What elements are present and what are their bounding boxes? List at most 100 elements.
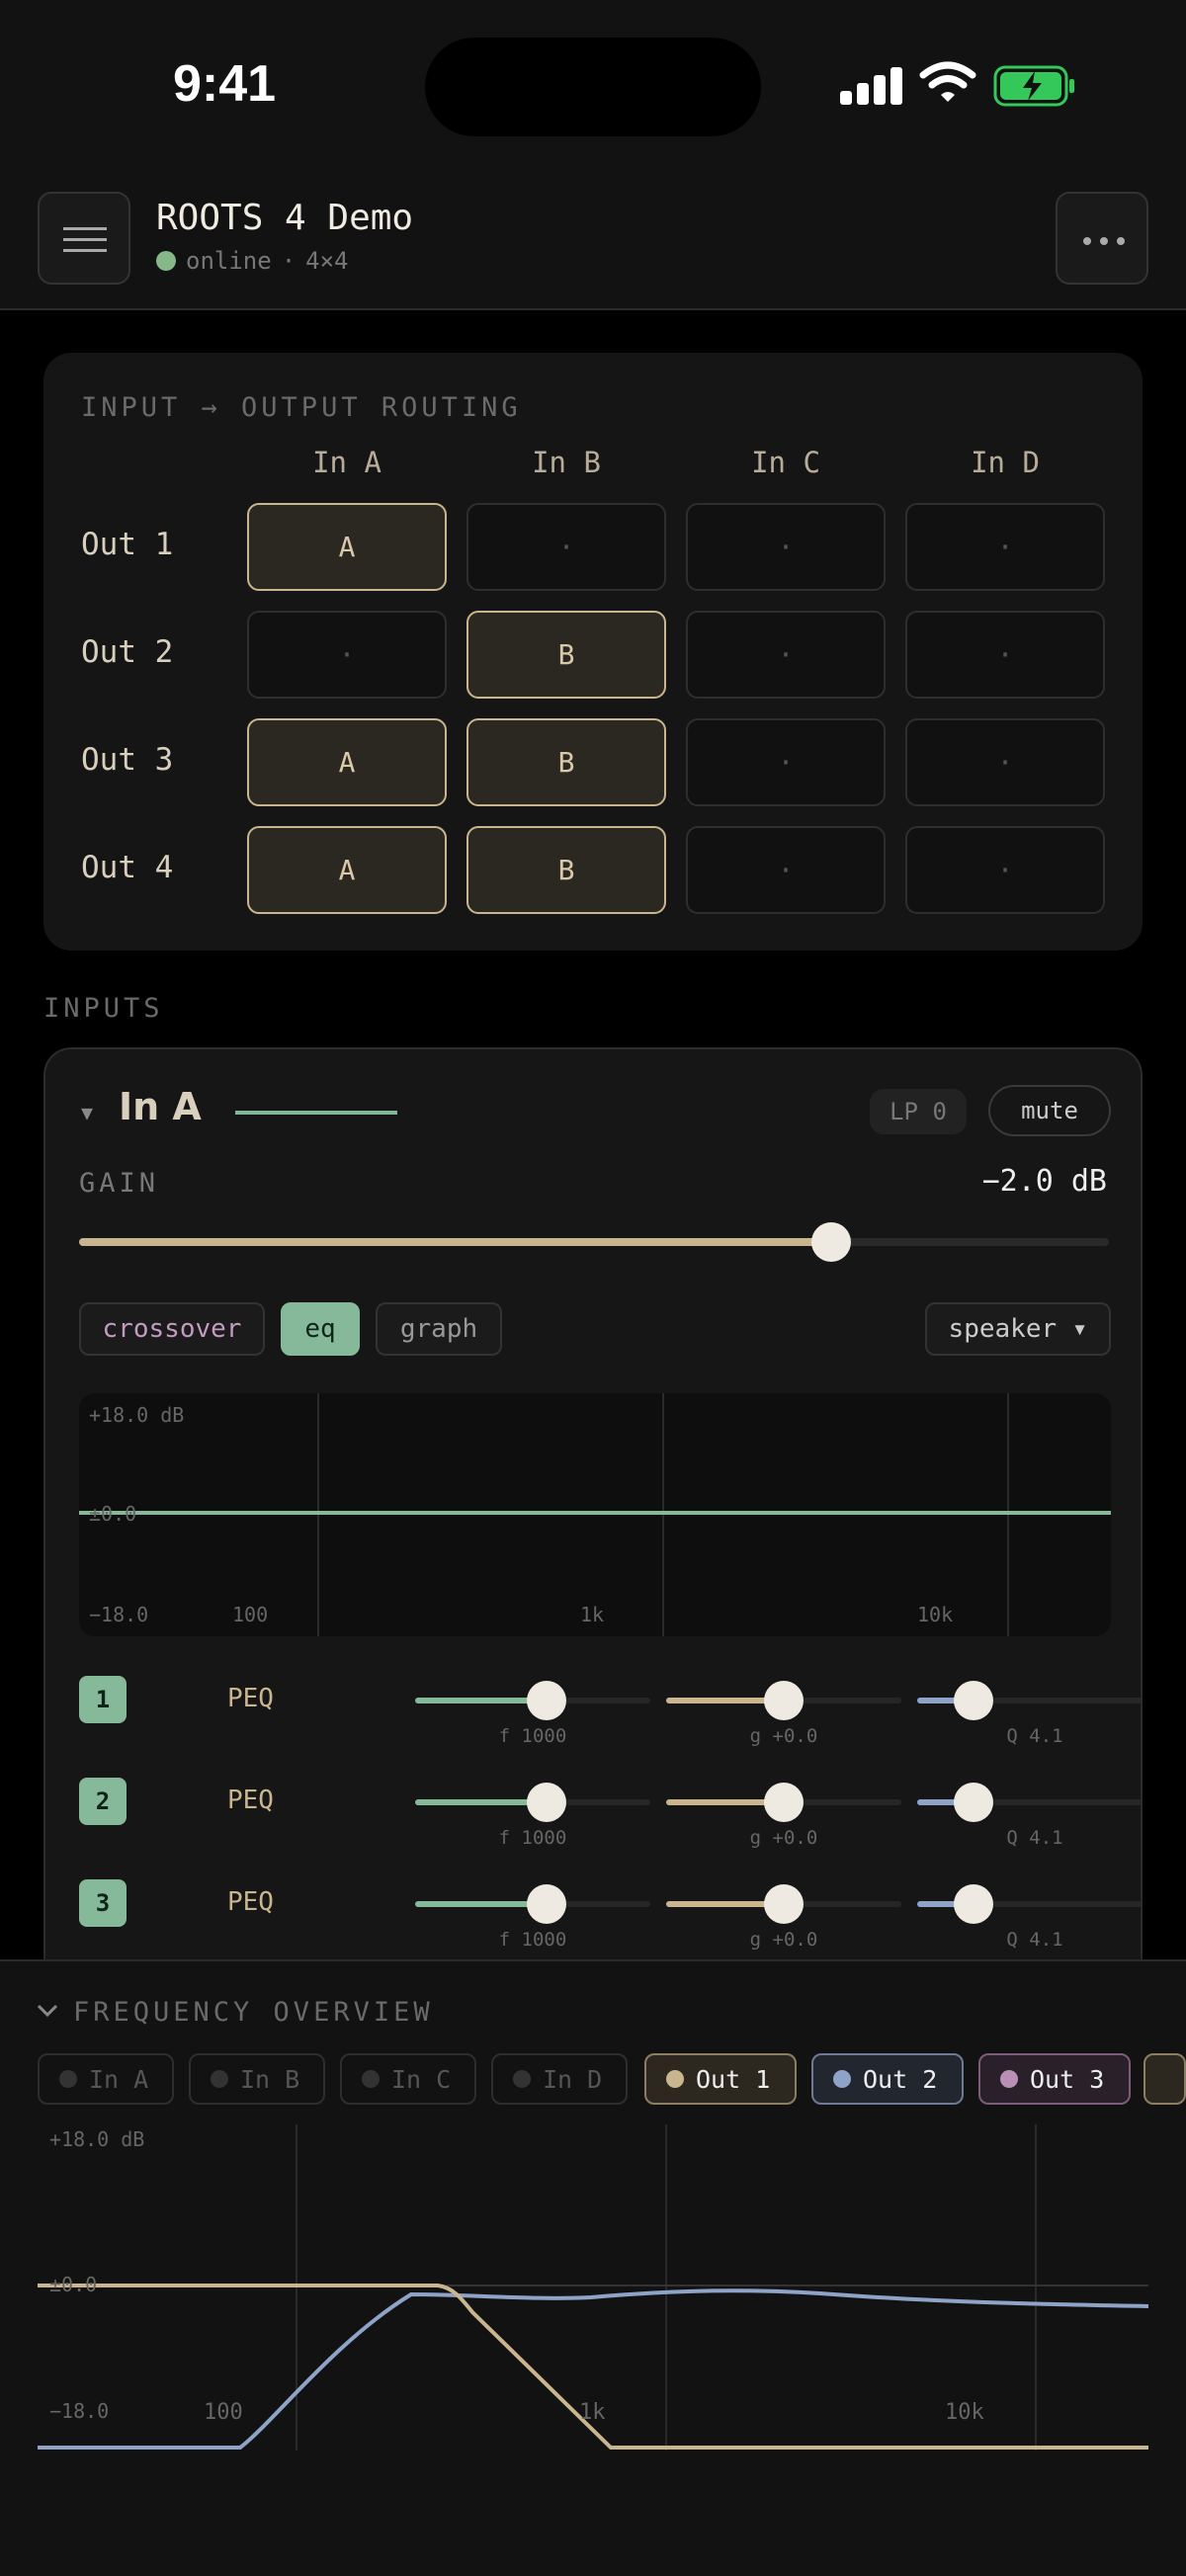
- ov-mid-label: ±0.0: [49, 2273, 97, 2296]
- overview-toggle-pill[interactable]: In A: [38, 2053, 174, 2105]
- input-name: In A: [119, 1085, 202, 1128]
- band-slider-thumb[interactable]: [764, 1681, 804, 1720]
- pill-label: In D: [543, 2064, 603, 2094]
- routing-cell[interactable]: ·: [686, 718, 886, 806]
- graph-x-tick: 100: [232, 1603, 269, 1626]
- band-slider-thumb[interactable]: [764, 1884, 804, 1924]
- status-separator: ·: [281, 247, 296, 275]
- band-f-value: f 1000: [498, 1827, 567, 1849]
- routing-row-header: Out 1: [81, 527, 174, 562]
- routing-cell[interactable]: ·: [466, 503, 666, 591]
- color-dot-icon: [666, 2070, 684, 2088]
- battery-charging-icon: [993, 65, 1074, 107]
- wifi-icon: [919, 61, 976, 102]
- gain-slider-thumb[interactable]: [810, 1222, 851, 1262]
- band-slider-thumb[interactable]: [954, 1681, 994, 1720]
- band-g-value: g +0.0: [749, 1929, 818, 1951]
- band-f-value: f 1000: [498, 1725, 567, 1747]
- band-slider-thumb[interactable]: [527, 1681, 567, 1720]
- band-number[interactable]: 3: [79, 1879, 127, 1927]
- routing-column-header: In A: [312, 446, 381, 479]
- tab-graph[interactable]: graph: [376, 1302, 502, 1356]
- eq-band-row: 2 PEQ f 1000 g +0.0 Q 4.1: [79, 1768, 1141, 1857]
- band-type[interactable]: PEQ: [227, 1684, 274, 1713]
- band-f-slider[interactable]: [415, 1681, 650, 1720]
- routing-cell[interactable]: ·: [686, 611, 886, 699]
- band-g-slider[interactable]: [666, 1681, 901, 1720]
- input-card-in-a: ▼ In A LP 0 mute GAIN −2.0 dB crossover …: [43, 1047, 1143, 2036]
- hamburger-icon: [63, 227, 107, 230]
- overview-toggle-pill[interactable]: Out 3: [978, 2053, 1131, 2105]
- tab-crossover[interactable]: crossover: [79, 1302, 265, 1356]
- more-horizontal-icon: [1083, 237, 1091, 245]
- routing-column-header: In B: [532, 446, 601, 479]
- eq-graph: +18.0 dB ±0.0 −18.0 100 1k 10k: [79, 1393, 1111, 1636]
- routing-cell[interactable]: ·: [905, 718, 1105, 806]
- color-dot-icon: [1000, 2070, 1018, 2088]
- overview-toggle-pill[interactable]: Out 2: [811, 2053, 964, 2105]
- band-type[interactable]: PEQ: [227, 1786, 274, 1815]
- pill-label: Out 2: [863, 2064, 938, 2094]
- gain-slider-fill: [79, 1238, 831, 1246]
- color-dot-icon: [59, 2070, 77, 2088]
- input-color-line: [235, 1111, 397, 1115]
- more-button[interactable]: [1056, 192, 1148, 285]
- tab-eq[interactable]: eq: [281, 1302, 360, 1356]
- routing-cell[interactable]: A: [247, 826, 447, 914]
- routing-row-header: Out 4: [81, 850, 174, 885]
- overview-title: FREQUENCY OVERVIEW: [73, 1997, 434, 2028]
- routing-cell[interactable]: B: [466, 826, 666, 914]
- band-number[interactable]: 2: [79, 1778, 127, 1825]
- ov-bottom-label: −18.0: [49, 2399, 109, 2423]
- band-slider-thumb[interactable]: [527, 1884, 567, 1924]
- overview-toggle-pill[interactable]: In B: [189, 2053, 325, 2105]
- collapse-caret-icon[interactable]: ▼: [81, 1101, 93, 1124]
- routing-cell[interactable]: A: [247, 718, 447, 806]
- routing-cell[interactable]: ·: [686, 503, 886, 591]
- routing-cell[interactable]: B: [466, 611, 666, 699]
- band-slider-thumb[interactable]: [954, 1884, 994, 1924]
- routing-matrix: INPUT → OUTPUT ROUTING In A In B In C In D O…: [43, 353, 1143, 951]
- band-g-slider[interactable]: [666, 1783, 901, 1822]
- routing-cell[interactable]: ·: [247, 611, 447, 699]
- menu-button[interactable]: [38, 192, 130, 285]
- overview-toggle-pill[interactable]: Out 1: [644, 2053, 797, 2105]
- pill-label: In A: [89, 2064, 149, 2094]
- status-text: online: [186, 247, 272, 275]
- overview-toggle-pill[interactable]: In D: [491, 2053, 628, 2105]
- band-f-slider[interactable]: [415, 1783, 650, 1822]
- overview-toggle-pill[interactable]: [1144, 2053, 1186, 2105]
- band-g-slider[interactable]: [666, 1884, 901, 1924]
- app-header: ROOTS 4 Demo online · 4×4: [0, 178, 1186, 310]
- band-slider-thumb[interactable]: [764, 1783, 804, 1822]
- routing-cell[interactable]: ·: [905, 826, 1105, 914]
- routing-cell[interactable]: A: [247, 503, 447, 591]
- routing-row-header: Out 2: [81, 634, 174, 670]
- eq-graph-plot: [79, 1393, 1111, 1636]
- routing-cell[interactable]: B: [466, 718, 666, 806]
- routing-cell[interactable]: ·: [905, 503, 1105, 591]
- graph-top-label: +18.0 dB: [89, 1403, 185, 1427]
- online-indicator-icon: [156, 251, 176, 271]
- ov-x-tick: 10k: [945, 2400, 984, 2425]
- routing-cell[interactable]: ·: [686, 826, 886, 914]
- band-number[interactable]: 1: [79, 1676, 127, 1723]
- gain-slider[interactable]: [79, 1222, 1109, 1262]
- color-dot-icon: [362, 2070, 380, 2088]
- band-q-slider[interactable]: [917, 1884, 1141, 1924]
- eq-band-row: 3 PEQ f 1000 g +0.0 Q 4.1: [79, 1870, 1141, 1958]
- dynamic-island: [425, 38, 761, 136]
- band-slider-thumb[interactable]: [527, 1783, 567, 1822]
- band-q-slider[interactable]: [917, 1783, 1141, 1822]
- overview-toggle-pill[interactable]: In C: [340, 2053, 476, 2105]
- speaker-select[interactable]: speaker ▾: [925, 1302, 1111, 1356]
- band-f-slider[interactable]: [415, 1884, 650, 1924]
- band-slider-thumb[interactable]: [954, 1783, 994, 1822]
- gain-label: GAIN: [79, 1168, 160, 1199]
- band-type[interactable]: PEQ: [227, 1887, 274, 1917]
- band-q-slider[interactable]: [917, 1681, 1141, 1720]
- routing-cell[interactable]: ·: [905, 611, 1105, 699]
- chevron-down-icon[interactable]: [36, 1999, 59, 2023]
- color-dot-icon: [833, 2070, 851, 2088]
- mute-button[interactable]: mute: [988, 1085, 1111, 1136]
